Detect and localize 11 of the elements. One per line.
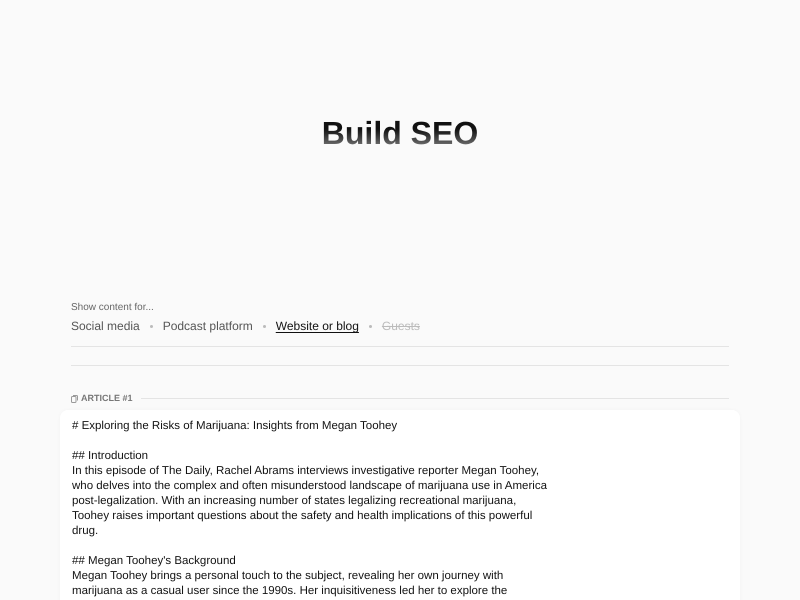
- article-paragraph: In this episode of The Daily, Rachel Abrams interviews investigative reporter Megan Toohey, who delves into the complex and often misunderstood landscape of marijuana use in America post-legalization. With an increasing number of states legalizing recreational marijuana, Toohey raises important questions about the safety and health implications of this powerful drug.: [72, 464, 548, 538]
- article-label: ARTICLE #1: [81, 392, 133, 405]
- content-option[interactable]: Podcast platform: [162, 318, 253, 334]
- content-option[interactable]: Social media: [71, 318, 140, 334]
- content-option[interactable]: Website or blog: [276, 318, 359, 334]
- filter-label: Show content for...: [71, 301, 154, 315]
- copy-icon[interactable]: [71, 394, 78, 403]
- article-heading: ## Megan Toohey's Background: [72, 554, 237, 568]
- article-heading: # Exploring the Risks of Marijuana: Insights from Megan Toohey: [72, 418, 398, 434]
- article-paragraph: Megan Toohey brings a personal touch to the subject, revealing her own journey with marijuana as a casual user since the 1990s. Her inquisitiveness led her to explore the: [72, 568, 508, 598]
- article-heading: ## Introduction: [72, 448, 150, 464]
